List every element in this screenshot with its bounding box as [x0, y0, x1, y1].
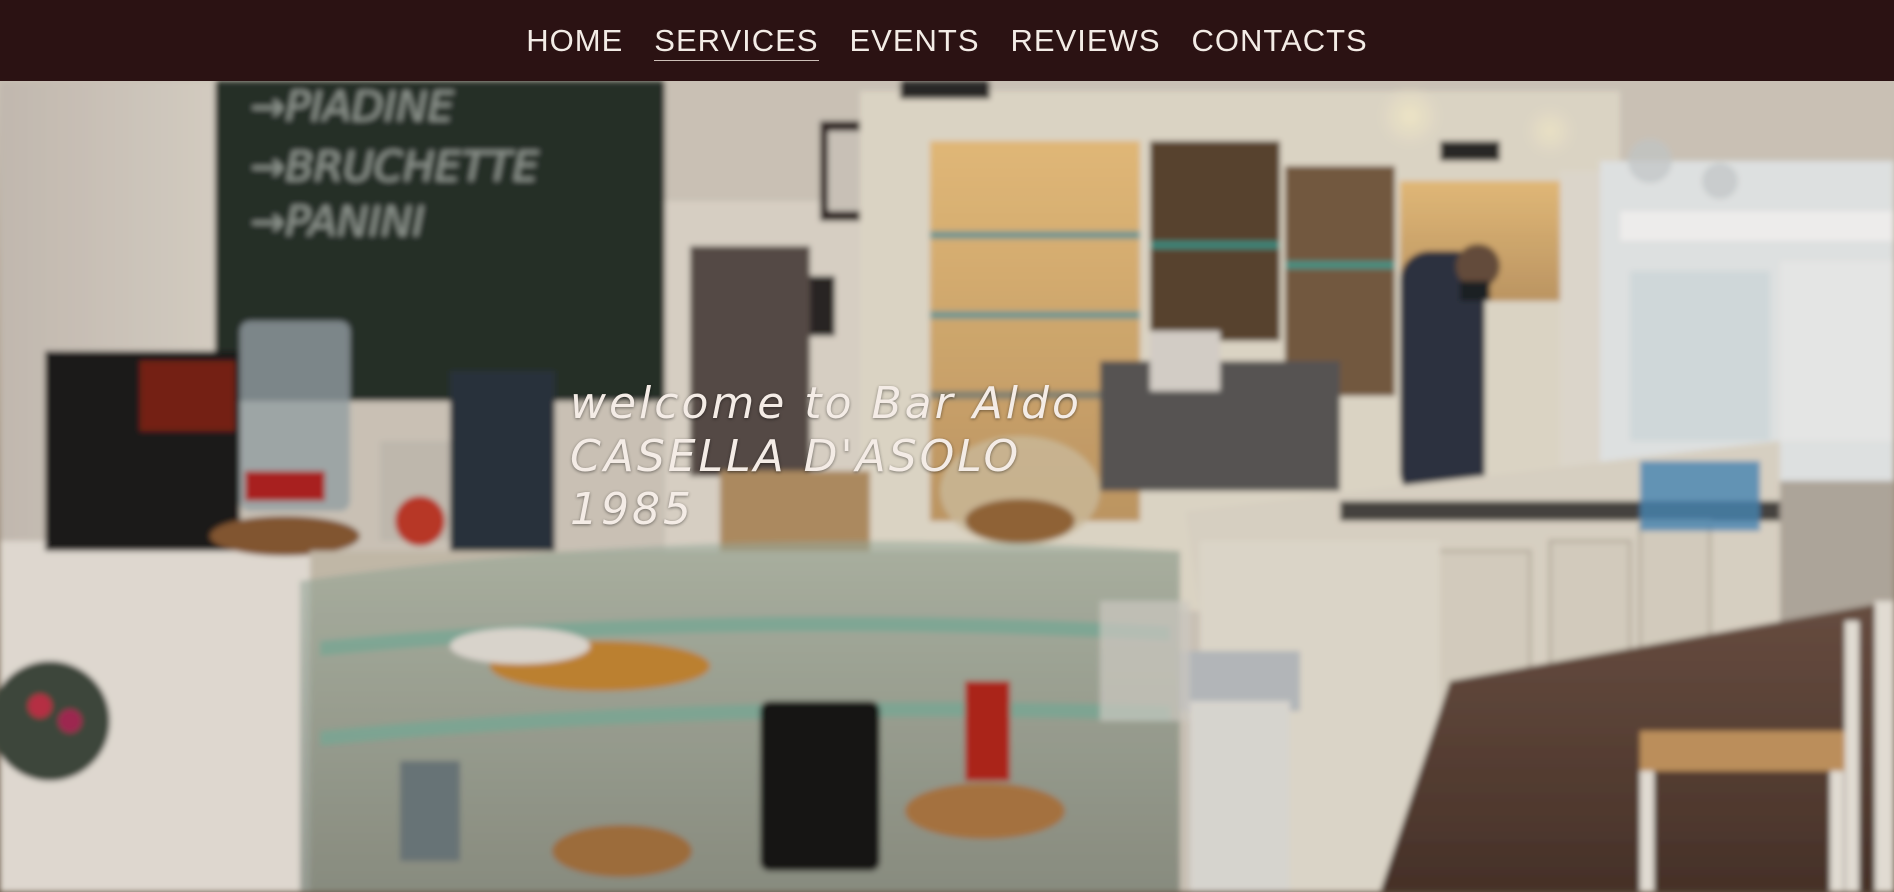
hero-year-line: 1985 [570, 484, 694, 535]
hero-section: →PIADINE →BRUCHETTE →PANINI welcome to B… [0, 81, 1894, 892]
top-navbar: HOME SERVICES EVENTS REVIEWS CONTACTS [0, 0, 1894, 81]
nav-events-link[interactable]: EVENTS [850, 25, 980, 60]
nav-reviews-link[interactable]: REVIEWS [1011, 25, 1161, 60]
nav-contacts-link[interactable]: CONTACTS [1192, 25, 1368, 60]
hero-title-line: welcome to Bar Aldo [570, 378, 1082, 429]
nav-services-link[interactable]: SERVICES [654, 25, 819, 61]
hero-welcome-text: welcome to Bar Aldo CASELLA D'ASOLO 1985 [570, 377, 1082, 536]
hero-location-line: CASELLA D'ASOLO [570, 431, 1022, 482]
nav-home-link[interactable]: HOME [526, 25, 623, 60]
